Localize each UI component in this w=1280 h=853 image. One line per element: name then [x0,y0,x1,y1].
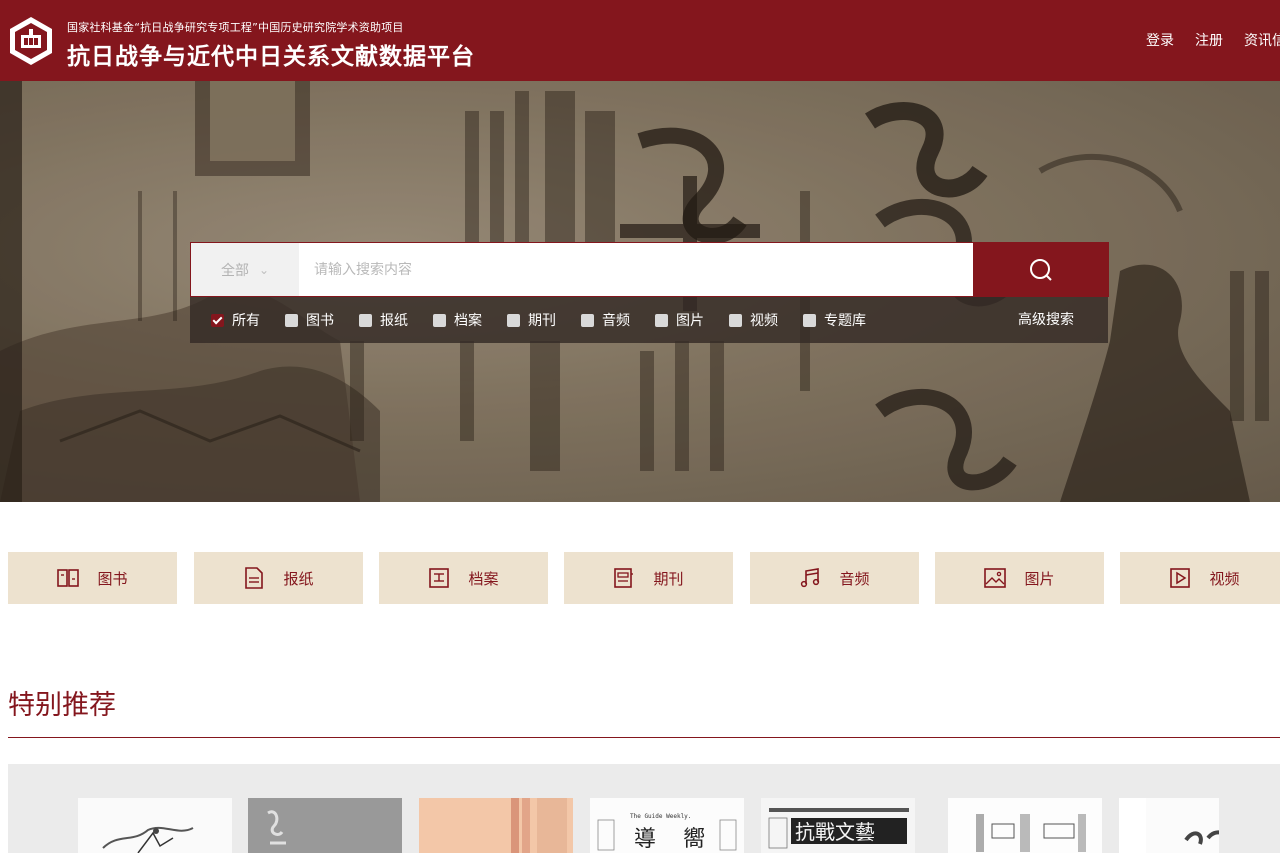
filter-all[interactable]: 所有 [211,310,260,330]
login-link[interactable]: 登录 [1146,30,1174,50]
filter-images-checkbox[interactable] [655,313,668,327]
search-bar: 全部 ⌄ [190,242,1109,297]
category-archives-label: 档案 [468,569,499,588]
book-cover-text-2: 導 嚮 [634,827,715,852]
filter-images-label: 图片 [676,313,704,329]
category-books[interactable]: 图书 [8,552,177,604]
category-audio[interactable]: 音频 [750,552,919,604]
section-title-featured: 特别推荐 [8,690,116,721]
filter-videos-label: 视频 [750,313,778,329]
music-icon [799,567,821,589]
filter-videos-checkbox[interactable] [729,313,742,327]
section-divider [8,737,1280,738]
book-cover-image [248,798,402,853]
filter-topics[interactable]: 专题库 [803,310,866,330]
book-cover-image [1146,798,1219,853]
image-icon [984,567,1007,589]
advanced-search-link[interactable]: 高级搜索 [1018,309,1074,329]
search-icon [1030,258,1052,281]
filter-topics-checkbox[interactable] [803,313,816,327]
filter-archives[interactable]: 档案 [433,310,482,330]
category-newspapers-label: 报纸 [283,569,314,588]
category-archives[interactable]: 档案 [379,552,548,604]
filter-journals[interactable]: 期刊 [507,310,556,330]
book-cover-text-3: 抗戰文藝 [795,820,875,844]
filter-newspapers[interactable]: 报纸 [359,310,408,330]
search-filter-bar: 所有 图书 报纸 档案 期刊 音频 图片 视频 专题库 高级搜索 [190,297,1108,343]
featured-book-6[interactable] [948,798,1102,853]
featured-book-2[interactable] [248,798,402,853]
header-subtitle: 国家社科基金“抗日战争研究专项工程”中国历史研究院学术资助项目 [67,21,404,34]
search-panel: 全部 ⌄ 所有 图书 报纸 档案 期刊 [190,242,1109,343]
filter-archives-label: 档案 [454,313,482,329]
category-journals[interactable]: 期刊 [564,552,733,604]
category-audio-label: 音频 [839,569,870,588]
featured-book-3[interactable] [419,798,573,853]
filter-books[interactable]: 图书 [285,310,334,330]
featured-book-1[interactable] [78,798,232,853]
book-cover-text-1: The Guide Weekly. [630,813,691,820]
filter-journals-label: 期刊 [528,313,556,329]
newspaper-icon [243,567,265,589]
category-books-label: 图书 [97,569,128,588]
filter-all-label: 所有 [232,313,260,329]
filter-archives-checkbox[interactable] [433,313,446,327]
category-newspapers[interactable]: 报纸 [194,552,363,604]
book-icon [57,567,80,589]
category-journals-label: 期刊 [653,569,684,588]
chevron-down-icon: ⌄ [259,262,270,277]
filter-all-checkbox[interactable] [211,313,224,327]
site-title[interactable]: 抗日战争与近代中日关系文献数据平台 [67,37,475,71]
video-icon [1169,567,1191,589]
filter-audio-label: 音频 [602,313,630,329]
book-cover-image: The Guide Weekly. 導 嚮 [590,798,744,853]
category-tiles: 图书 报纸 档案 期刊 音频 图片 视频 [8,552,1280,604]
featured-book-4[interactable]: The Guide Weekly. 導 嚮 [590,798,744,853]
search-scope-select[interactable]: 全部 ⌄ [191,243,299,296]
search-scope-label: 全部 [221,262,249,279]
book-cover-image [948,798,1102,853]
filter-topics-label: 专题库 [824,313,866,329]
filter-books-checkbox[interactable] [285,313,298,327]
category-images[interactable]: 图片 [935,552,1104,604]
book-cover-image [78,798,232,853]
filter-newspapers-label: 报纸 [380,313,408,329]
filter-audio[interactable]: 音频 [581,310,630,330]
filter-books-label: 图书 [306,313,334,329]
logo-icon [10,17,52,65]
book-cover-image: 抗戰文藝 [761,798,915,853]
journal-icon [613,567,635,589]
book-cover-image [419,798,573,853]
site-header: 国家社科基金“抗日战争研究专项工程”中国历史研究院学术资助项目 抗日战争与近代中… [0,0,1280,81]
filter-journals-checkbox[interactable] [507,313,520,327]
featured-book-5[interactable]: 抗戰文藝 [761,798,915,853]
filter-newspapers-checkbox[interactable] [359,313,372,327]
filter-videos[interactable]: 视频 [729,310,778,330]
archive-icon [428,567,450,589]
filter-audio-checkbox[interactable] [581,313,594,327]
site-logo[interactable] [8,15,54,67]
featured-book-7[interactable] [1119,798,1219,853]
category-videos-label: 视频 [1209,569,1240,588]
search-button[interactable] [973,242,1109,297]
top-nav: 登录 注册 资讯信息 [1146,30,1280,50]
category-images-label: 图片 [1024,569,1055,588]
category-videos[interactable]: 视频 [1120,552,1280,604]
news-link[interactable]: 资讯信息 [1244,30,1280,50]
register-link[interactable]: 注册 [1195,30,1223,50]
filter-images[interactable]: 图片 [655,310,704,330]
search-input[interactable] [299,243,973,296]
